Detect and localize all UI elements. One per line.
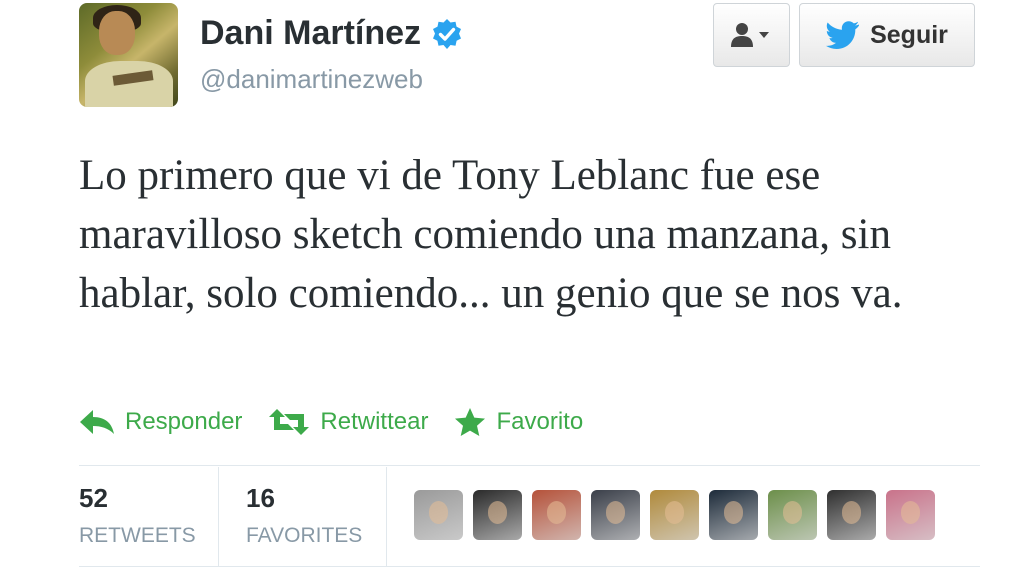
follow-button-label: Seguir bbox=[870, 20, 948, 49]
favorites-stat[interactable]: 16 FAVORITES bbox=[246, 483, 362, 548]
favoriter-avatar-6[interactable] bbox=[709, 490, 758, 540]
favoriter-avatar-7[interactable] bbox=[768, 490, 817, 540]
tweet-actions: Responder Retwittear Favorito bbox=[79, 402, 609, 442]
user-name-row[interactable]: Dani Martínez bbox=[200, 14, 463, 53]
favoriter-avatar-4[interactable] bbox=[591, 490, 640, 540]
avatar-head-shape bbox=[99, 11, 135, 55]
follow-button[interactable]: Seguir bbox=[799, 3, 975, 67]
stats-separator bbox=[386, 467, 387, 566]
reply-icon bbox=[80, 410, 114, 434]
favorites-label: FAVORITES bbox=[246, 524, 363, 547]
favoriter-avatar-5[interactable] bbox=[650, 490, 699, 540]
retweet-icon bbox=[269, 409, 310, 435]
retweets-count: 52 bbox=[79, 483, 108, 513]
reply-action[interactable]: Responder bbox=[79, 408, 242, 436]
user-dropdown-icon bbox=[730, 23, 769, 47]
retweet-action[interactable]: Retwittear bbox=[268, 408, 428, 436]
favoriter-avatar-3[interactable] bbox=[532, 490, 581, 540]
stats-separator bbox=[218, 467, 219, 566]
user-name[interactable]: Dani Martínez bbox=[200, 14, 421, 53]
user-actions-dropdown-button[interactable] bbox=[713, 3, 790, 67]
avatar-shirt-shape bbox=[85, 61, 173, 107]
favoriter-avatar-1[interactable] bbox=[414, 490, 463, 540]
star-icon bbox=[455, 408, 486, 436]
favoriters-avatar-list bbox=[414, 490, 945, 540]
retweet-label: Retwittear bbox=[320, 408, 429, 435]
twitter-bird-icon bbox=[826, 21, 860, 49]
tweet-text: Lo primero que vi de Tony Leblanc fue es… bbox=[79, 152, 903, 317]
favorites-count: 16 bbox=[246, 483, 275, 513]
favoriter-avatar-9[interactable] bbox=[886, 490, 935, 540]
stats-divider-top bbox=[79, 465, 980, 466]
stats-divider-bottom bbox=[79, 566, 980, 567]
reply-label: Responder bbox=[125, 408, 243, 435]
retweets-label: RETWEETS bbox=[79, 524, 196, 547]
favorite-action[interactable]: Favorito bbox=[454, 407, 583, 437]
favoriter-avatar-8[interactable] bbox=[827, 490, 876, 540]
user-handle[interactable]: @danimartinezweb bbox=[200, 64, 423, 95]
favoriter-avatar-2[interactable] bbox=[473, 490, 522, 540]
favorite-label: Favorito bbox=[496, 408, 584, 435]
profile-avatar[interactable] bbox=[79, 3, 178, 107]
retweets-stat[interactable]: 52 RETWEETS bbox=[79, 483, 196, 548]
verified-badge-icon bbox=[433, 18, 462, 49]
